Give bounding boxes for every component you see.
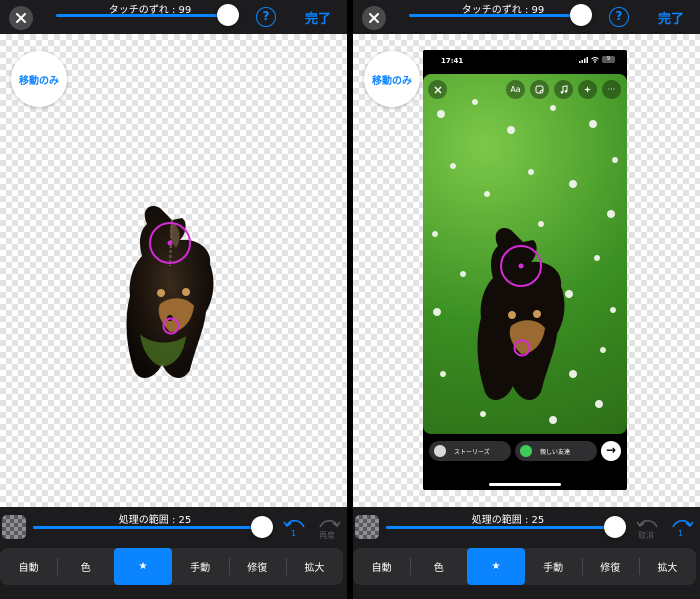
help-button[interactable]: ? <box>609 7 629 27</box>
status-indicators: 9 <box>579 56 615 63</box>
home-indicator <box>489 483 561 486</box>
undo-button[interactable]: 取消 <box>635 517 661 541</box>
cutout-dog-image <box>126 205 214 378</box>
edit-canvas[interactable]: 移動のみ 17:41 9 Aa ··· ストーリーズ 親しい友達 → <box>353 34 700 507</box>
mode-zoom[interactable]: 拡大 <box>285 548 343 585</box>
close-icon <box>16 13 26 23</box>
mode-manual[interactable]: 手動 <box>172 548 229 585</box>
mode-repair[interactable]: 修復 <box>228 548 286 585</box>
redo-button[interactable]: 1 <box>669 517 695 541</box>
brush-range-track <box>33 526 263 529</box>
edit-canvas[interactable]: 移動のみ <box>0 34 347 507</box>
redo-count: 1 <box>678 529 684 538</box>
close-button[interactable] <box>362 6 386 30</box>
close-button[interactable] <box>9 6 33 30</box>
editor-panel-left: タッチのずれ : 99 ? 完了 移動のみ 処理の範囲: 25 1 再度 自動… <box>0 0 347 599</box>
bottom-toolbar: 処理の範囲 : 25 1 再度 自動 色 ★ 手動 修復 拡大 <box>0 507 347 599</box>
redo-button[interactable]: 再度 <box>316 517 342 541</box>
share-stories-button[interactable]: ストーリーズ <box>429 441 511 461</box>
brush-range-thumb[interactable] <box>604 516 626 538</box>
mode-selector: 自動 色 ★ 手動 修復 拡大 <box>353 548 696 585</box>
battery-icon: 9 <box>602 56 615 63</box>
top-toolbar: タッチのずれ : 99 ? 完了 <box>0 0 347 34</box>
move-only-button[interactable]: 移動のみ <box>11 51 67 107</box>
story-photo[interactable]: Aa ··· <box>423 74 627 434</box>
sticker-icon[interactable] <box>530 80 549 99</box>
status-time: 17:41 <box>441 57 464 65</box>
mode-zoom[interactable]: 拡大 <box>638 548 696 585</box>
mode-color[interactable]: 色 <box>410 548 467 585</box>
send-arrow-button[interactable]: → <box>601 441 621 461</box>
effects-icon[interactable] <box>578 80 597 99</box>
story-preview: 17:41 9 Aa ··· ストーリーズ 親しい友達 → <box>423 50 627 490</box>
cancel-label: 取消 <box>638 531 654 540</box>
wifi-icon <box>591 56 599 63</box>
bottom-toolbar: 処理の範囲 : 25 取消 1 自動 色 ★ 手動 修復 拡大 <box>353 507 700 599</box>
more-options-icon[interactable]: ··· <box>602 80 621 99</box>
background-pattern-button[interactable] <box>2 515 26 539</box>
top-toolbar: タッチのずれ : 99 ? 完了 <box>353 0 700 34</box>
brush-range-label: 処理の範囲 : 25 <box>118 515 192 526</box>
close-friends-star-icon <box>520 445 532 457</box>
mode-repair[interactable]: 修復 <box>581 548 639 585</box>
mode-manual[interactable]: 手動 <box>525 548 582 585</box>
share-bar: ストーリーズ 親しい友達 → <box>423 438 627 464</box>
status-bar: 17:41 9 <box>423 50 627 72</box>
touch-offset-thumb[interactable] <box>217 4 239 26</box>
undo-arrow-icon <box>636 519 658 528</box>
music-icon[interactable] <box>554 80 573 99</box>
help-button[interactable]: ? <box>256 7 276 27</box>
share-close-friends-button[interactable]: 親しい友達 <box>515 441 597 461</box>
avatar <box>434 445 446 457</box>
undo-button[interactable]: 1 <box>282 517 308 541</box>
redo-label: 再度 <box>319 531 335 540</box>
mode-color[interactable]: 色 <box>57 548 114 585</box>
brush-range-thumb[interactable] <box>251 516 273 538</box>
story-close-icon[interactable] <box>428 80 447 99</box>
brush-range-track <box>386 526 616 529</box>
touch-offset-track <box>409 14 581 17</box>
signal-icon <box>579 56 588 63</box>
mode-star[interactable]: ★ <box>467 548 525 585</box>
mode-selector: 自動 色 ★ 手動 修復 拡大 <box>0 548 343 585</box>
brush-range-label: 処理の範囲 : 25 <box>471 515 545 526</box>
undo-count: 1 <box>291 529 297 538</box>
done-button[interactable]: 完了 <box>305 8 331 27</box>
close-friends-label: 親しい友達 <box>540 448 571 456</box>
background-pattern-button[interactable] <box>355 515 379 539</box>
mode-auto[interactable]: 自動 <box>353 548 410 585</box>
done-button[interactable]: 完了 <box>658 8 684 27</box>
close-icon <box>369 13 379 23</box>
redo-arrow-icon <box>319 519 341 528</box>
touch-offset-track <box>56 14 228 17</box>
mode-auto[interactable]: 自動 <box>0 548 57 585</box>
touch-offset-thumb[interactable] <box>570 4 592 26</box>
text-tool-icon[interactable]: Aa <box>506 80 525 99</box>
editor-panel-right: タッチのずれ : 99 ? 完了 移動のみ 17:41 9 Aa ··· ストー… <box>353 0 700 599</box>
move-only-button[interactable]: 移動のみ <box>364 51 420 107</box>
mode-star[interactable]: ★ <box>114 548 172 585</box>
share-stories-label: ストーリーズ <box>454 448 490 456</box>
clover-field-image <box>432 99 618 424</box>
